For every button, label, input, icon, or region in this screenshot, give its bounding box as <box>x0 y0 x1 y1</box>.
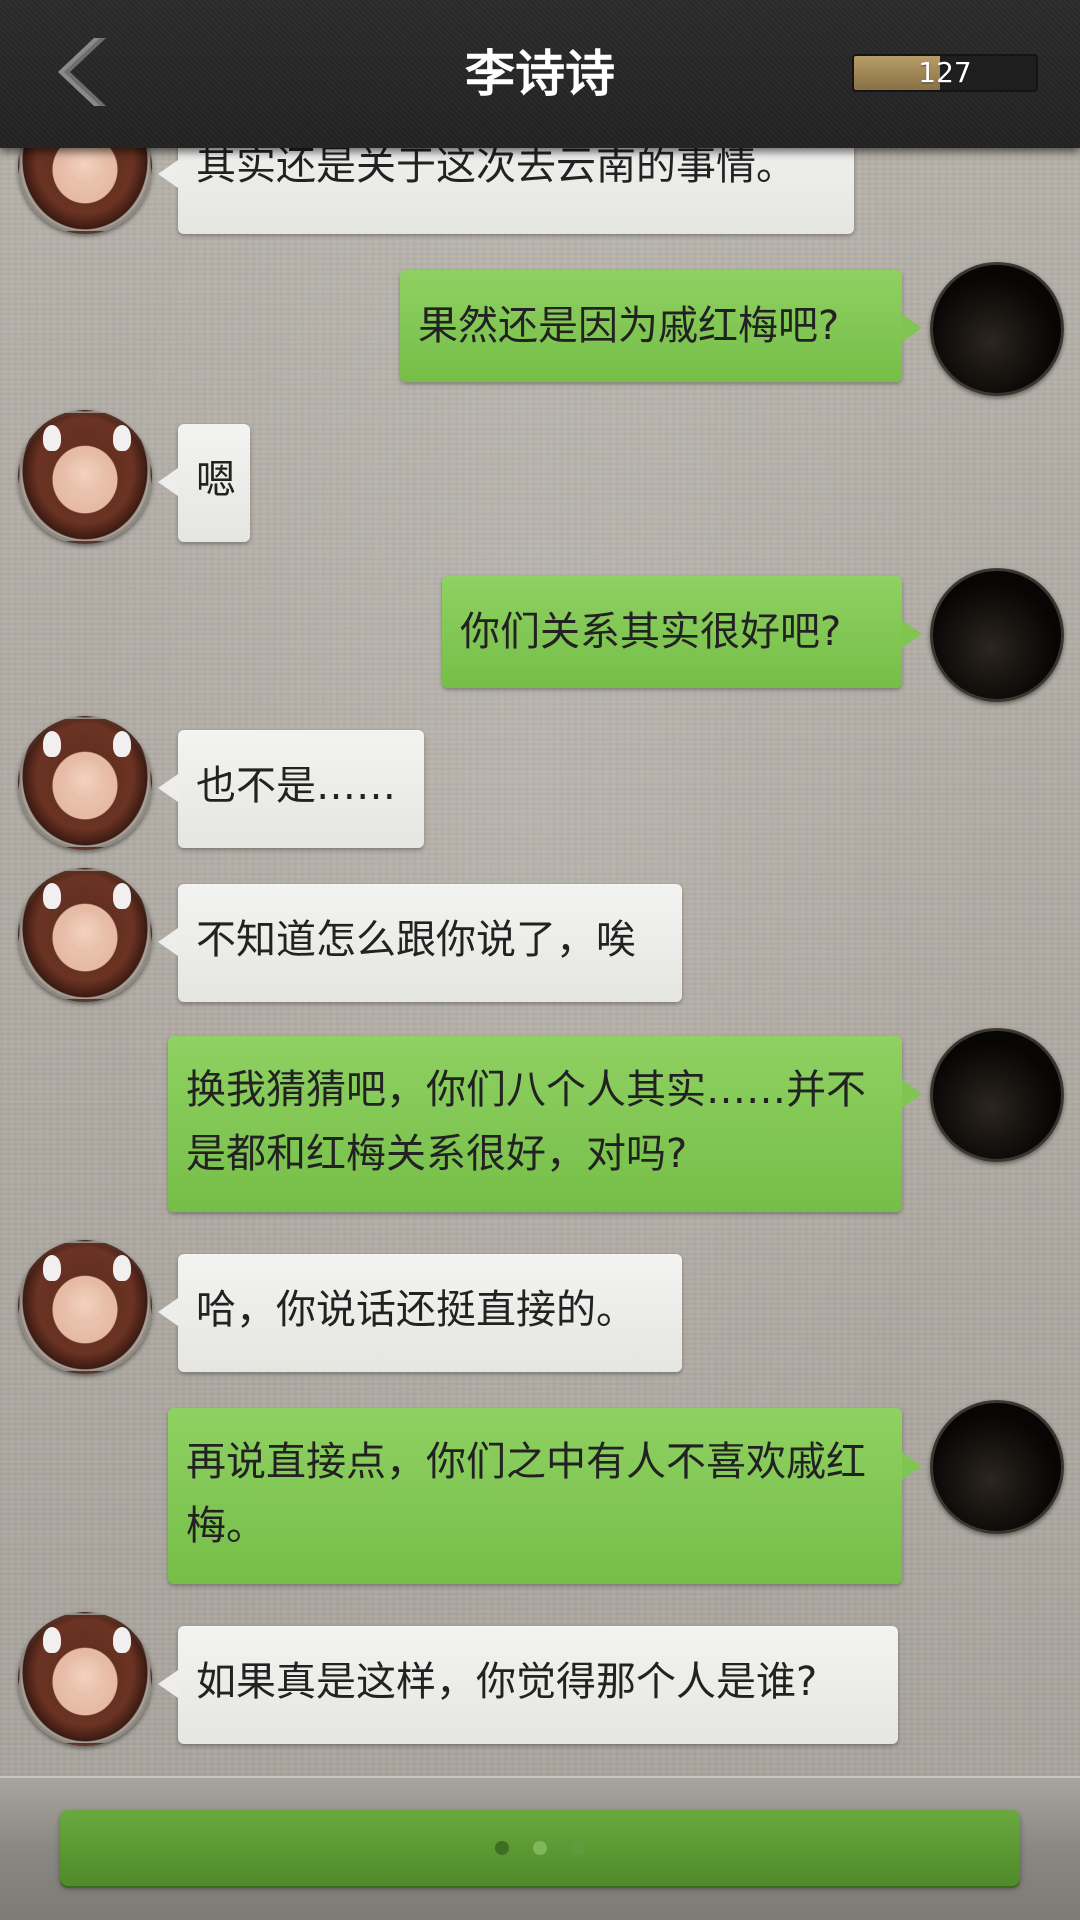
message-bubble-outgoing: 换我猜猜吧，你们八个人其实……并不是都和红梅关系很好，对吗? <box>168 1036 922 1212</box>
contact-avatar[interactable] <box>18 410 152 544</box>
user-avatar[interactable] <box>930 568 1064 702</box>
message-bubble-outgoing: 你们关系其实很好吧? <box>442 576 922 688</box>
message-bubble-outgoing: 再说直接点，你们之中有人不喜欢戚红梅。 <box>168 1408 922 1584</box>
dot <box>571 1841 585 1855</box>
typing-dots-icon <box>60 1810 1020 1886</box>
message-bubble-incoming: 哈，你说话还挺直接的。 <box>158 1254 682 1372</box>
chat-area[interactable]: 其实还是关于这次去云南的事情。 果然还是因为戚红梅吧? 嗯 你们关系其实很好吧?… <box>0 0 1080 1776</box>
contact-avatar[interactable] <box>18 716 152 850</box>
user-avatar[interactable] <box>930 1028 1064 1162</box>
continue-button[interactable] <box>60 1810 1020 1886</box>
user-avatar[interactable] <box>930 1400 1064 1534</box>
message-bubble-outgoing: 果然还是因为戚红梅吧? <box>400 270 922 382</box>
header-bar: 李诗诗 127 <box>0 0 1080 148</box>
message-bubble-incoming: 如果真是这样，你觉得那个人是谁? <box>158 1626 898 1744</box>
contact-avatar[interactable] <box>18 1612 152 1746</box>
back-button[interactable] <box>48 32 118 112</box>
chevron-left-icon <box>58 38 106 106</box>
message-bubble-incoming: 不知道怎么跟你说了，唉 <box>158 884 682 1002</box>
counter-value: 127 <box>918 56 972 89</box>
message-bubble-incoming: 嗯 <box>158 424 250 542</box>
contact-avatar[interactable] <box>18 1240 152 1374</box>
dot <box>495 1841 509 1855</box>
message-bubble-incoming: 也不是…… <box>158 730 424 848</box>
progress-counter: 127 <box>852 54 1038 92</box>
dot <box>533 1841 547 1855</box>
user-avatar[interactable] <box>930 262 1064 396</box>
contact-avatar[interactable] <box>18 868 152 1002</box>
bottom-bar <box>0 1776 1080 1920</box>
